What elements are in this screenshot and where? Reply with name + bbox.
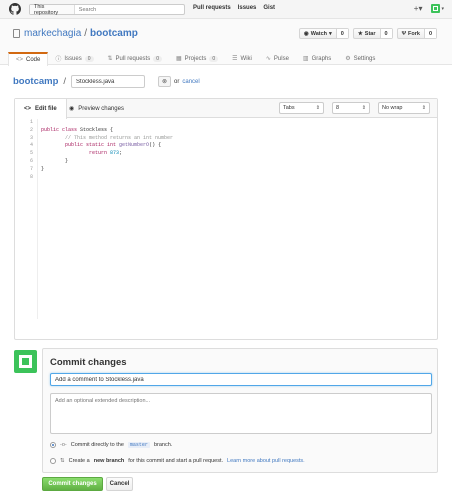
commit-title: Commit changes [50,357,127,368]
github-logo-icon[interactable] [9,3,21,15]
issues-counter: 0 [84,55,94,62]
repo-header: markechagia / bootcamp ◉ Watch ▾ 0 ★ Star 0… [0,19,452,66]
eye-icon: ◉ [69,106,75,112]
pull-requests-counter: 0 [153,55,162,62]
tab-edit-file[interactable]: <> Edit file [15,99,67,119]
graph-icon: ▥ [302,56,309,62]
header-actions: +▾ ▾ [414,4,444,13]
tab-pull-requests[interactable]: ⇅ Pull requests 0 [101,52,170,65]
nav-issues[interactable]: Issues [238,5,257,11]
chevron-down-icon: ▾ [329,30,332,37]
code-line: 6 } [29,157,69,164]
chevron-down-icon: ⇕ [315,105,320,111]
tab-wiki[interactable]: ☰ Wiki [225,52,259,65]
cancel-edit-icon[interactable]: ⊗ [158,76,172,87]
file-editor: <> Edit file ◉ Preview changes Tabs ⇕ 8 … [14,98,438,340]
breadcrumb-separator: / [63,76,67,87]
repo-tabs: <> Code ⓘ Issues 0 ⇅ Pull requests 0 ▦ P… [8,52,382,66]
cancel-group: ⊗ or cancel [158,76,200,87]
project-icon: ▦ [176,56,182,62]
tab-projects[interactable]: ▦ Projects 0 [169,52,225,65]
repo-owner-link[interactable]: markechagia [24,28,81,39]
search-box[interactable]: This repository [29,4,185,16]
star-count[interactable]: 0 [380,29,392,38]
search-input[interactable] [74,6,184,13]
header-nav: Pull requests Issues Gist [193,5,275,11]
star-button-group: ★ Star 0 [352,28,393,39]
chevron-down-icon: ⇕ [421,105,426,111]
commit-form: Commit changes -o- Commit directly to th… [42,348,438,473]
cancel-button[interactable]: Cancel [106,477,133,491]
code-line: 5 return 873; [29,150,123,157]
repo-name-link[interactable]: bootcamp [90,28,138,39]
user-menu[interactable]: ▾ [431,4,444,13]
commit-new-branch-option[interactable]: ⇅ Create a new branch for this commit an… [50,458,305,464]
plus-icon[interactable]: +▾ [414,4,423,13]
repo-actions: ◉ Watch ▾ 0 ★ Star 0 Ψ Fork 0 [298,28,437,39]
chevron-down-icon: ⇕ [361,105,366,111]
pull-request-icon: ⇅ [107,56,113,62]
tab-graphs[interactable]: ▥ Graphs [296,52,338,65]
avatar [14,350,37,373]
tab-settings[interactable]: ⚙ Settings [338,52,382,65]
fork-count[interactable]: 0 [424,29,436,38]
repo-separator: / [84,28,88,39]
commit-direct-radio[interactable] [50,442,56,448]
code-line: 4 public static int getNumberO() { [29,142,162,149]
repo-title: markechagia / bootcamp [13,28,138,39]
indent-mode-select[interactable]: Tabs ⇕ [279,102,324,114]
fork-button[interactable]: Ψ Fork [398,29,425,38]
commit-description-field[interactable] [50,393,432,434]
projects-counter: 0 [209,55,219,62]
fork-icon: Ψ [401,30,407,37]
watch-count[interactable]: 0 [336,29,348,38]
gear-icon: ⚙ [345,56,351,62]
avatar [431,4,441,13]
pull-request-icon: ⇅ [60,458,65,464]
code-line: 2 public class Stockless { [29,126,114,133]
code-line: 3 // This method returns an int number [29,134,174,141]
indent-size-select[interactable]: 8 ⇕ [332,102,370,114]
eye-icon: ◉ [303,30,309,37]
issue-icon: ⓘ [55,57,62,63]
editor-settings: Tabs ⇕ 8 ⇕ No wrap ⇕ [279,102,430,114]
star-button[interactable]: ★ Star [354,29,381,38]
nav-pull-requests[interactable]: Pull requests [193,5,231,11]
commit-message-input[interactable] [50,373,432,386]
editor-toolbar: <> Edit file ◉ Preview changes Tabs ⇕ 8 … [15,99,437,119]
commit-new-branch-radio[interactable] [50,458,56,464]
code-line: 1 [29,119,33,125]
watch-button-group: ◉ Watch ▾ 0 [298,28,349,39]
branch-name: master [127,442,150,448]
breadcrumb: bootcamp / ⊗ or cancel [13,75,200,88]
repo-icon [13,29,20,38]
chevron-down-icon: ▾ [441,5,444,12]
search-scope-label: This repository [30,4,75,16]
tab-issues[interactable]: ⓘ Issues 0 [48,52,100,65]
tab-code[interactable]: <> Code [8,52,49,66]
breadcrumb-root-link[interactable]: bootcamp [13,76,58,87]
wiki-icon: ☰ [232,56,238,62]
tab-preview-changes[interactable]: ◉ Preview changes [60,99,133,118]
cancel-link[interactable]: cancel [182,79,199,85]
filename-input[interactable] [71,75,146,88]
fork-button-group: Ψ Fork 0 [396,28,437,39]
code-icon: <> [24,106,32,112]
or-text: or [174,78,180,85]
tab-pulse[interactable]: ∿ Pulse [259,52,296,65]
code-area[interactable]: 1 2 public class Stockless { 3 // This me… [15,119,437,181]
commit-icon: -o- [60,442,67,448]
code-icon: <> [16,57,24,63]
star-icon: ★ [357,30,363,37]
watch-button[interactable]: ◉ Watch ▾ [300,29,337,38]
commit-changes-button[interactable]: Commit changes [42,477,103,491]
code-line: 8 [29,173,33,180]
commit-direct-option[interactable]: -o- Commit directly to the master branch… [50,442,172,448]
wrap-mode-select[interactable]: No wrap ⇕ [378,102,430,114]
site-header: This repository Pull requests Issues Gis… [0,0,452,19]
pulse-icon: ∿ [265,56,271,62]
code-line: 7} [29,165,45,172]
nav-gist[interactable]: Gist [263,5,275,11]
learn-more-link[interactable]: Learn more about pull requests. [227,458,305,464]
